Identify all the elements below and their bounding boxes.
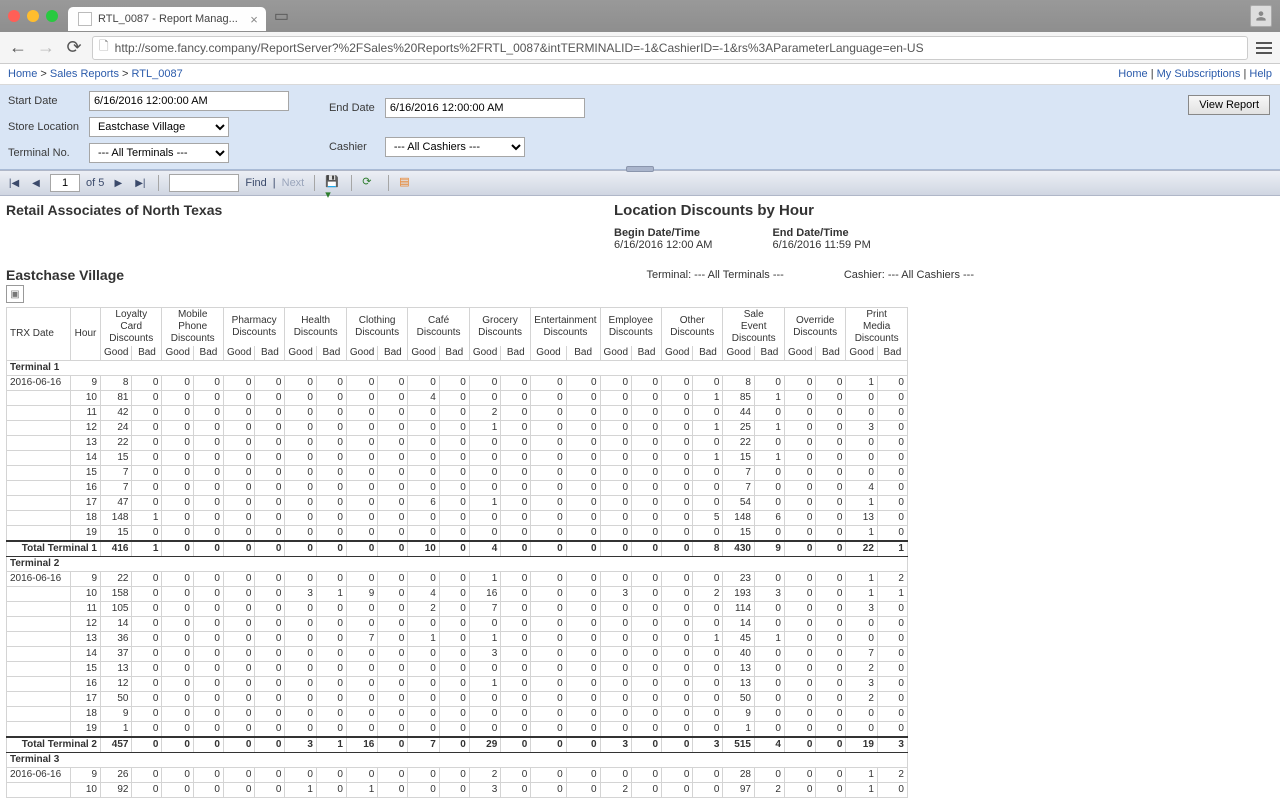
table-row: 1890000000000000000000900000 bbox=[7, 707, 908, 722]
store-select[interactable]: Eastchase Village bbox=[89, 117, 229, 137]
page-input[interactable] bbox=[50, 174, 80, 192]
close-icon[interactable] bbox=[8, 10, 20, 22]
end-date-label: End Date bbox=[329, 102, 375, 114]
table-row: 143700000000000300000004000070 bbox=[7, 647, 908, 662]
table-row: 101580000031904016000300219330011 bbox=[7, 587, 908, 602]
back-icon[interactable]: ← bbox=[8, 37, 28, 58]
export-icon[interactable]: 💾▾ bbox=[325, 175, 341, 191]
table-row: 11105000000000207000000011400030 bbox=[7, 602, 908, 617]
browser-toolbar: ← → ⟳ 🗋 http://some.fancy.company/Report… bbox=[0, 32, 1280, 64]
breadcrumb-bar: Home > Sales Reports > RTL_0087 Home | M… bbox=[0, 64, 1280, 85]
terminal-label: Terminal No. bbox=[8, 147, 79, 159]
table-row: 1670000000000000000000700040 bbox=[7, 481, 908, 496]
table-row: 114200000000000200000004400000 bbox=[7, 406, 908, 421]
table-row: 181481000000000000000005148600130 bbox=[7, 511, 908, 526]
view-report-button[interactable]: View Report bbox=[1188, 95, 1270, 115]
splitter-handle[interactable] bbox=[626, 166, 654, 172]
table-row: 174700000000060100000005400010 bbox=[7, 496, 908, 511]
reload-icon[interactable]: ⟳ bbox=[64, 37, 84, 58]
table-row: 2016-06-1692600000000000200000002800012 bbox=[7, 768, 908, 783]
title-bar: RTL_0087 - Report Manag... × ▭ bbox=[0, 0, 1280, 32]
url-bar[interactable]: 🗋 http://some.fancy.company/ReportServer… bbox=[92, 36, 1248, 60]
breadcrumb: Home > Sales Reports > RTL_0087 bbox=[8, 68, 183, 80]
last-page-icon[interactable]: ▶| bbox=[132, 175, 148, 191]
maximize-icon[interactable] bbox=[46, 10, 58, 22]
first-page-icon[interactable]: |◀ bbox=[6, 175, 22, 191]
breadcrumb-link[interactable]: Home bbox=[8, 68, 37, 80]
terminal-line: Terminal: --- All Terminals --- bbox=[647, 269, 784, 281]
location-title: Eastchase Village bbox=[6, 267, 124, 283]
table-row: 108100000000040000000018510000 bbox=[7, 391, 908, 406]
terminal-header-row: Terminal 1 bbox=[7, 361, 908, 376]
browser-chrome: RTL_0087 - Report Manag... × ▭ ← → ⟳ 🗋 h… bbox=[0, 0, 1280, 64]
start-date-input[interactable] bbox=[89, 91, 289, 111]
total-row: Total Terminal 2457000003116070290003003… bbox=[7, 737, 908, 753]
table-row: 151300000000000000000001300020 bbox=[7, 662, 908, 677]
table-row: 175000000000000000000005000020 bbox=[7, 692, 908, 707]
cashier-select[interactable]: --- All Cashiers --- bbox=[385, 137, 525, 157]
table-row: 141500000000000000000011510000 bbox=[7, 451, 908, 466]
total-row: Total Terminal 1416100000000100400000084… bbox=[7, 541, 908, 557]
parameter-pane: Start Date Store Location Eastchase Vill… bbox=[0, 85, 1280, 170]
feed-icon[interactable]: ▤ bbox=[399, 175, 415, 191]
report-title: Location Discounts by Hour bbox=[614, 202, 974, 219]
table-row: 191500000000000000000001500010 bbox=[7, 526, 908, 542]
end-dt-value: 6/16/2016 11:59 PM bbox=[772, 239, 870, 251]
begin-dt-label: Begin Date/Time bbox=[614, 227, 712, 239]
find-link[interactable]: Find bbox=[245, 177, 266, 189]
table-row: 133600000007010100000014510000 bbox=[7, 632, 908, 647]
terminal-header-row: Terminal 2 bbox=[7, 557, 908, 572]
table-row: 122400000000000100000012510030 bbox=[7, 421, 908, 436]
broken-image-icon: ▣ bbox=[6, 285, 24, 303]
home-link[interactable]: Home bbox=[1118, 68, 1147, 80]
window-controls bbox=[8, 10, 58, 22]
start-date-label: Start Date bbox=[8, 95, 79, 107]
url-text: http://some.fancy.company/ReportServer?%… bbox=[115, 41, 924, 55]
subscriptions-link[interactable]: My Subscriptions bbox=[1157, 68, 1241, 80]
begin-dt-value: 6/16/2016 12:00 AM bbox=[614, 239, 712, 251]
report-viewer-toolbar: |◀ ◀ of 5 ▶ ▶| Find | Next 💾▾ ⟳ ▤ bbox=[0, 170, 1280, 196]
table-row: 109200000101000300020009720010 bbox=[7, 783, 908, 798]
forward-icon[interactable]: → bbox=[36, 37, 56, 58]
browser-tab[interactable]: RTL_0087 - Report Manag... × bbox=[68, 7, 266, 31]
help-link[interactable]: Help bbox=[1249, 68, 1272, 80]
page-total: of 5 bbox=[86, 177, 104, 189]
topbar-links: Home | My Subscriptions | Help bbox=[1118, 68, 1272, 80]
end-date-input[interactable] bbox=[385, 98, 585, 118]
discounts-table: TRX DateHourLoyaltyCardDiscountsMobilePh… bbox=[6, 307, 908, 798]
minimize-icon[interactable] bbox=[27, 10, 39, 22]
terminal-header-row: Terminal 3 bbox=[7, 753, 908, 768]
page-icon bbox=[78, 12, 92, 26]
table-row: 161200000000000100000001300030 bbox=[7, 677, 908, 692]
table-row: 1910000000000000000000100000 bbox=[7, 722, 908, 738]
next-link[interactable]: Next bbox=[282, 177, 305, 189]
end-dt-label: End Date/Time bbox=[772, 227, 870, 239]
page-info-icon[interactable]: 🗋 bbox=[99, 37, 109, 58]
menu-icon[interactable] bbox=[1256, 42, 1272, 54]
terminal-select[interactable]: --- All Terminals --- bbox=[89, 143, 229, 163]
report-body: Retail Associates of North Texas Locatio… bbox=[0, 196, 1280, 804]
company-title: Retail Associates of North Texas bbox=[6, 202, 222, 218]
profile-icon[interactable] bbox=[1250, 5, 1272, 27]
cashier-line: Cashier: --- All Cashiers --- bbox=[844, 269, 974, 281]
store-label: Store Location bbox=[8, 121, 79, 133]
breadcrumb-link[interactable]: RTL_0087 bbox=[132, 68, 183, 80]
table-row: 2016-06-1692200000000000100000002300012 bbox=[7, 572, 908, 587]
table-row: 121400000000000000000001400000 bbox=[7, 617, 908, 632]
find-input[interactable] bbox=[169, 174, 239, 192]
cashier-label: Cashier bbox=[329, 141, 375, 153]
prev-page-icon[interactable]: ◀ bbox=[28, 175, 44, 191]
table-row: 1570000000000000000000700000 bbox=[7, 466, 908, 481]
table-row: 2016-06-16980000000000000000000800010 bbox=[7, 376, 908, 391]
breadcrumb-link[interactable]: Sales Reports bbox=[50, 68, 119, 80]
table-row: 132200000000000000000002200000 bbox=[7, 436, 908, 451]
new-tab-button[interactable]: ▭ bbox=[274, 6, 289, 26]
tab-title: RTL_0087 - Report Manag... bbox=[98, 13, 238, 25]
next-page-icon[interactable]: ▶ bbox=[110, 175, 126, 191]
refresh-icon[interactable]: ⟳ bbox=[362, 175, 378, 191]
close-tab-icon[interactable]: × bbox=[250, 12, 258, 27]
